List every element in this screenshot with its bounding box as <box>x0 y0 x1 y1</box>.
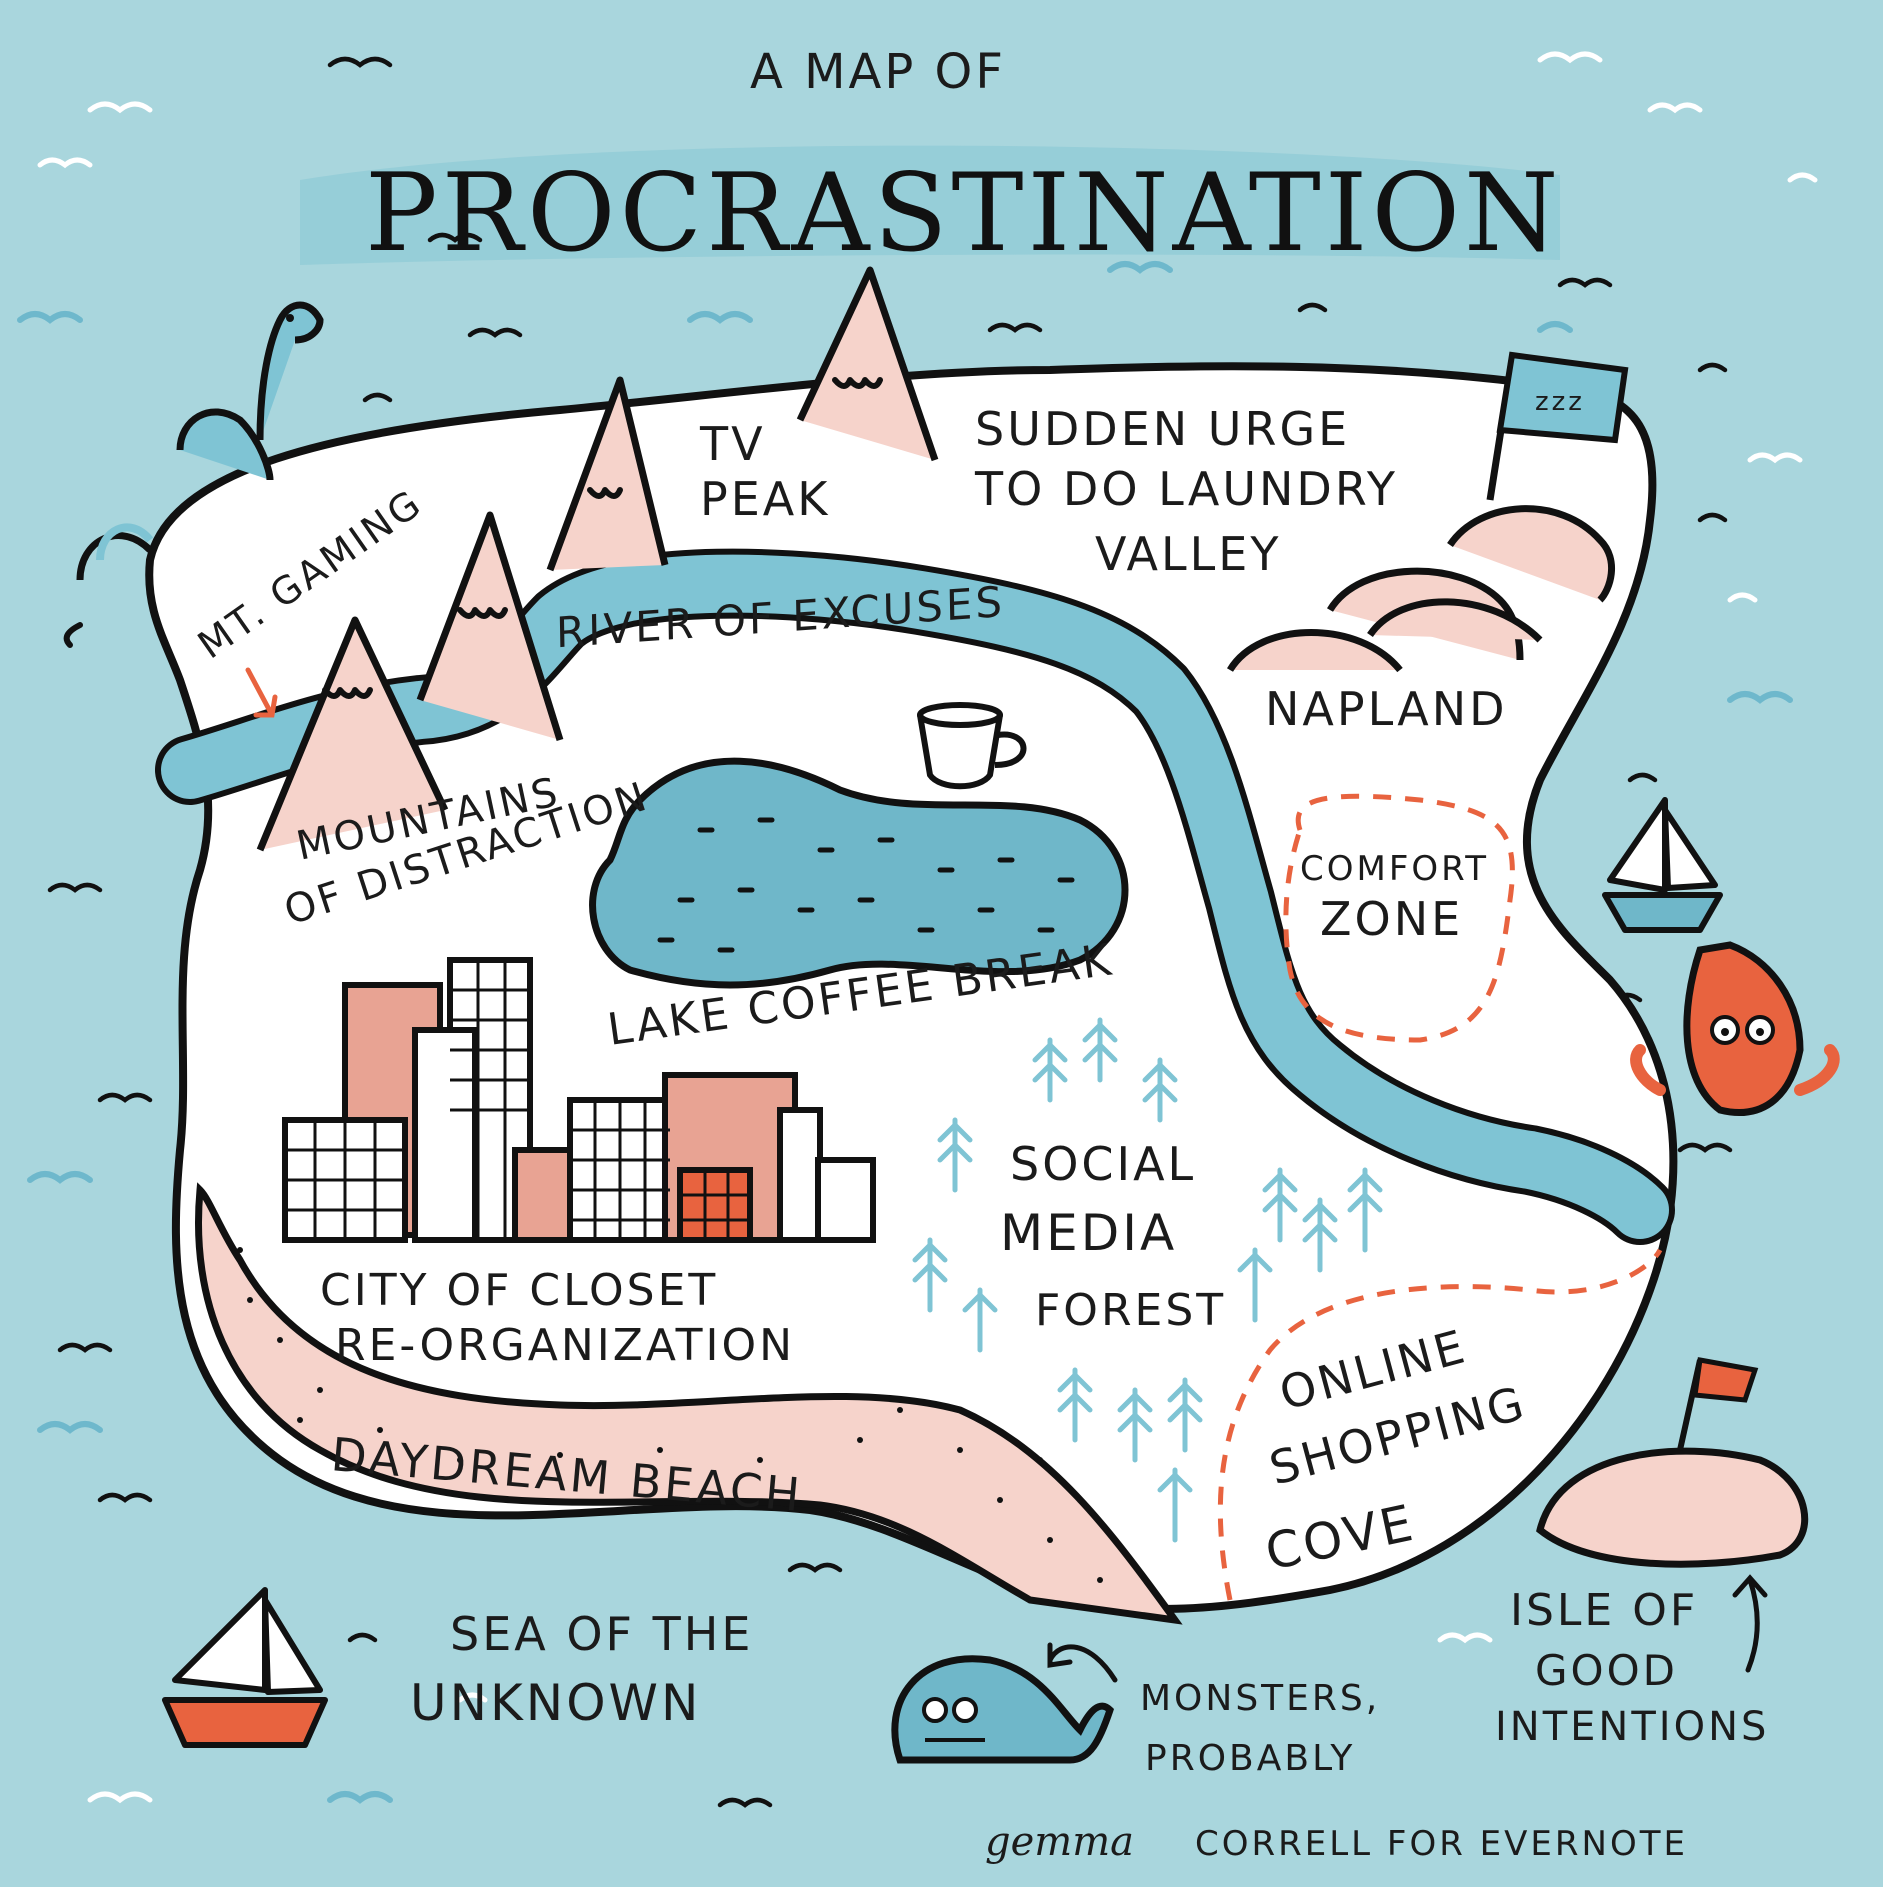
credit-author: gemma <box>985 1819 1134 1865</box>
label-isle-1: ISLE OF <box>1510 1585 1698 1636</box>
label-isle-3: INTENTIONS <box>1495 1704 1769 1750</box>
label-tv-peak-2: PEAK <box>700 472 830 526</box>
label-isle-2: GOOD <box>1535 1646 1678 1695</box>
label-laundry-3: VALLEY <box>1095 527 1281 581</box>
label-comfort-2: ZONE <box>1320 892 1463 946</box>
label-social-2: MEDIA <box>1000 1204 1177 1262</box>
credit-text: CORRELL FOR EVERNOTE <box>1195 1824 1688 1864</box>
label-tv-peak-1: TV <box>699 417 766 471</box>
label-monsters-2: PROBABLY <box>1145 1738 1355 1779</box>
label-social-1: SOCIAL <box>1010 1137 1196 1191</box>
label-laundry-2: TO DO LAUNDRY <box>974 462 1398 516</box>
label-monsters-1: MONSTERS, <box>1140 1678 1380 1719</box>
label-napland: NAPLAND <box>1265 682 1508 736</box>
page-title: PROCRASTINATION <box>365 151 1562 276</box>
procrastination-map: zzz A MAP OF PROCRASTINATION MT. GAMING … <box>0 0 1883 1887</box>
map-canvas: zzz A MAP OF PROCRASTINATION MT. GAMING … <box>0 0 1883 1887</box>
label-city-1: CITY OF CLOSET <box>320 1265 718 1316</box>
label-sea-1: SEA OF THE <box>450 1607 753 1661</box>
flag-label: zzz <box>1535 387 1585 417</box>
label-city-2: RE-ORGANIZATION <box>335 1320 795 1371</box>
label-laundry-1: SUDDEN URGE <box>975 402 1350 456</box>
label-comfort-1: COMFORT <box>1300 849 1489 889</box>
label-sea-2: UNKNOWN <box>410 1674 701 1732</box>
label-social-3: FOREST <box>1035 1285 1226 1336</box>
title-line1: A MAP OF <box>750 44 1006 100</box>
